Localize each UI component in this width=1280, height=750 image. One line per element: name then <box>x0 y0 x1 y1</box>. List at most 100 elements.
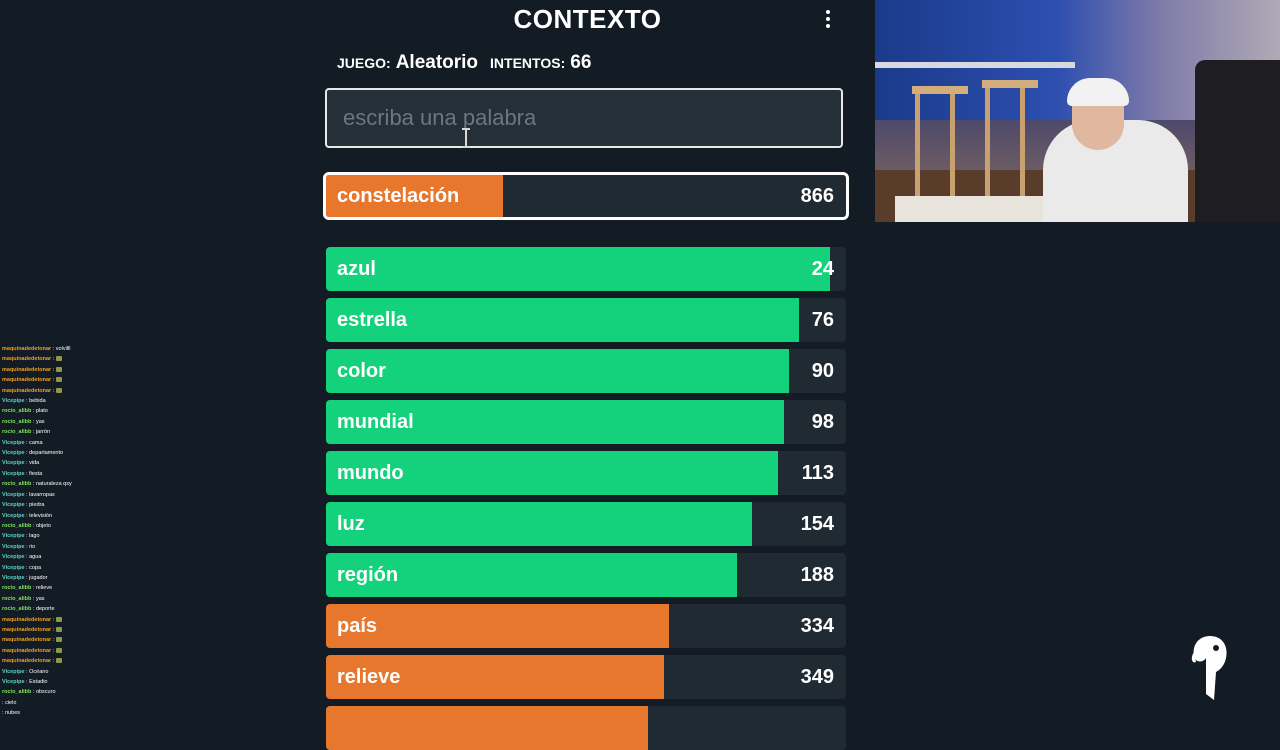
chat-username: Vicepipe <box>2 439 25 446</box>
chat-text: fiesta <box>29 470 43 477</box>
guess-rank: 24 <box>811 258 834 280</box>
chat-username: maquinadedetonar <box>2 366 52 373</box>
chat-text: jarrón <box>35 429 50 436</box>
chat-text: rio <box>29 543 36 550</box>
guess-row: color 90 <box>326 349 846 393</box>
chat-message: Vicepipe : Océano <box>2 668 49 675</box>
chat-username: rocio_alibb <box>2 429 32 436</box>
guess-rank: 334 <box>800 615 834 637</box>
chat-username: Vicepipe <box>2 574 25 581</box>
chat-text: plato <box>35 408 48 415</box>
chat-text: objeto <box>35 522 51 529</box>
kebab-menu-icon[interactable] <box>820 10 836 32</box>
guess-row: luz 154 <box>326 502 846 546</box>
guess-bar <box>326 706 649 750</box>
chat-username: Vicepipe <box>2 470 25 477</box>
chat-message: rocio_alibb : yas <box>2 418 45 425</box>
chat-text: Océano <box>29 668 49 675</box>
chat-username: maquinadedetonar <box>2 637 52 644</box>
emote-icon <box>55 627 62 633</box>
guess-word: país <box>337 615 378 637</box>
guess-word: azul <box>337 258 376 280</box>
chat-message: rocio_alibb : deporte <box>2 606 55 613</box>
text-cursor-icon <box>462 128 470 148</box>
chat-message: maquinadedetonar : <box>2 615 182 625</box>
chat-message: rocio_alibb : plato <box>2 408 48 415</box>
chat-username: Vicepipe <box>2 398 25 405</box>
word-input[interactable] <box>325 88 843 148</box>
last-guess-word: constelación <box>337 185 460 207</box>
chat-text: agua <box>29 554 42 561</box>
emote-icon <box>55 637 62 643</box>
chat-message: maquinadedetonar : <box>2 656 182 666</box>
emote-icon <box>55 356 62 362</box>
chat-message: maquinadedetonar : <box>2 354 182 364</box>
guess-rank: 76 <box>811 309 834 331</box>
chat-text: volvilll <box>55 346 71 352</box>
emote-icon <box>55 658 62 664</box>
guess-rank: 154 <box>800 513 834 535</box>
guess-rank: 349 <box>800 666 834 688</box>
chat-text: Estadio <box>29 679 48 685</box>
chat-username: maquinadedetonar <box>2 658 52 665</box>
attempts-label: INTENTOS: <box>490 55 566 71</box>
chat-username: Vicepipe <box>2 460 25 467</box>
chat-username: rocio_alibb <box>2 689 32 696</box>
chat-text: nubes <box>5 710 21 717</box>
chat-username: Vicepipe <box>2 668 25 675</box>
game-info: JUEGO: Aleatorio INTENTOS: 66 <box>337 52 603 74</box>
chat-text: cielo <box>5 699 17 706</box>
game-title: CONTEXTO <box>513 4 662 34</box>
chat-message: Vicepipe : Estadio <box>2 679 48 685</box>
chat-message: rocio_alibb : relieve <box>2 585 53 592</box>
chat-message: Vicepipe : televisión <box>2 512 53 519</box>
chat-message: Vicepipe : vida <box>2 460 40 467</box>
chat-text: cama <box>29 439 43 446</box>
chat-message: Vicepipe : copa <box>2 564 42 571</box>
chat-message: maquinadedetonar : <box>2 625 182 635</box>
chat-message: Vicepipe : lago <box>2 533 40 540</box>
guess-row <box>326 706 846 750</box>
guess-row: mundo 113 <box>326 451 846 495</box>
chat-username: maquinadedetonar <box>2 626 52 633</box>
chat-username: rocio_alibb <box>2 418 32 425</box>
chat-text: yas <box>35 595 45 602</box>
chat-message: Vicepipe : jugador <box>2 574 48 581</box>
chat-text: deporte <box>35 606 55 613</box>
chat-username: rocio_alibb <box>2 408 32 415</box>
chat-username: maquinadedetonar <box>2 387 52 394</box>
chat-username: rocio_alibb <box>2 481 32 488</box>
chat-message: Vicepipe : piedra <box>2 502 45 509</box>
chat-username: Vicepipe <box>2 554 25 561</box>
chat-message: Vicepipe : fiesta <box>2 470 43 477</box>
chat-message: : cielo <box>2 699 17 706</box>
chat-username: rocio_alibb <box>2 595 32 602</box>
chat-text: yas <box>35 418 45 425</box>
guess-bar <box>326 604 670 648</box>
chat-username: Vicepipe <box>2 512 25 519</box>
chat-username: Vicepipe <box>2 679 25 685</box>
game-value: Aleatorio <box>395 52 479 73</box>
emote-icon <box>55 647 62 653</box>
chat-username: Vicepipe <box>2 491 25 498</box>
chat-message: rocio_alibb : naturaleza qsy <box>2 481 72 488</box>
emote-icon <box>55 387 62 393</box>
guess-bar <box>326 247 831 291</box>
chat-username: maquinadedetonar <box>2 377 52 384</box>
chat-message: Vicepipe : cama <box>2 439 43 446</box>
guess-rank: 113 <box>801 462 834 484</box>
guess-bar <box>326 349 789 393</box>
chat-message: rocio_alibb : jarrón <box>2 429 50 436</box>
chat-message: maquinadedetonar : volvilll <box>2 346 71 352</box>
chat-text: copa <box>29 564 42 571</box>
guess-word: luz <box>337 513 365 535</box>
chat-text: lavarropas <box>29 491 55 498</box>
chat-message: Vicepipe : rio <box>2 543 36 550</box>
chat-text: televisión <box>29 512 53 519</box>
guess-rank: 188 <box>800 564 834 586</box>
chat-overlay: maquinadedetonar : volvilll maquinadedeto… <box>2 344 182 719</box>
chat-message: maquinadedetonar : <box>2 375 182 385</box>
chat-username: rocio_alibb <box>2 606 32 613</box>
guess-row: estrella 76 <box>326 298 846 342</box>
emote-icon <box>55 377 62 383</box>
